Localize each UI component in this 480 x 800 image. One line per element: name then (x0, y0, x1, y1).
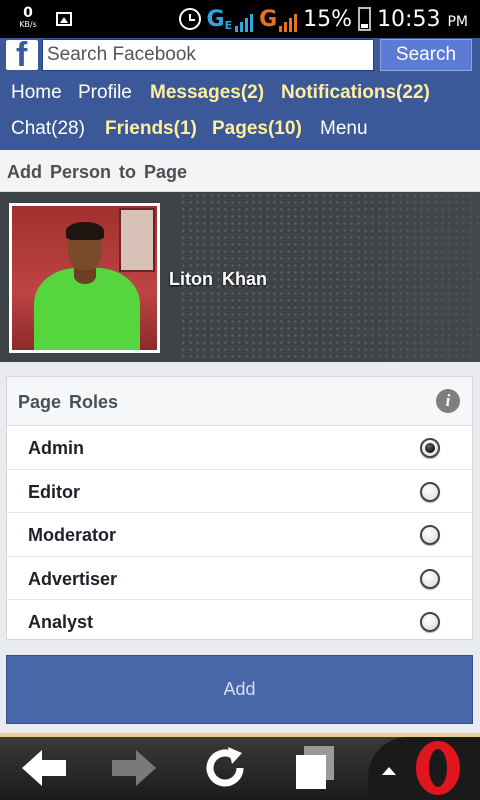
network-type-g-2: G (259, 6, 278, 32)
network-signal-2: G (259, 6, 298, 32)
nav-friends[interactable]: Friends(1) (105, 118, 197, 140)
alarm-icon (178, 8, 201, 30)
role-label: Analyst (28, 612, 94, 632)
network-type-g: G (206, 6, 225, 32)
signal-bars-icon-2 (279, 12, 298, 32)
back-arrow-icon[interactable] (18, 737, 70, 800)
nav-pages[interactable]: Pages(10) (212, 118, 302, 140)
status-bar-right: GE G 15% 10:53 PM (178, 0, 468, 38)
role-option-analyst[interactable]: Analyst (7, 600, 472, 644)
nav-notifications[interactable]: Notifications(22) (281, 82, 430, 104)
data-speed-indicator: 0 KB/s (14, 6, 42, 30)
facebook-logo-icon[interactable]: f (6, 36, 38, 74)
info-icon[interactable]: i (436, 389, 460, 413)
screen: 0 KB/s GE G 15% 10:53 PM f Search Home P… (0, 0, 480, 800)
role-label: Admin (28, 438, 84, 458)
role-option-advertiser[interactable]: Advertiser (7, 557, 472, 600)
network-type-e: E (224, 18, 233, 32)
clock-ampm: PM (447, 13, 468, 30)
battery-icon (358, 7, 372, 31)
reload-icon[interactable] (198, 737, 252, 800)
role-label: Editor (28, 481, 80, 502)
avatar-wall-poster (119, 208, 155, 272)
radio-button-selected[interactable] (420, 438, 440, 458)
role-option-moderator[interactable]: Moderator (7, 513, 472, 557)
nav-messages[interactable]: Messages(2) (150, 82, 264, 104)
role-label: Moderator (28, 525, 117, 545)
nav-profile[interactable]: Profile (78, 82, 132, 104)
search-input[interactable] (42, 39, 374, 71)
role-option-editor[interactable]: Editor (7, 470, 472, 513)
nav-home[interactable]: Home (11, 82, 62, 104)
facebook-header: f Search Home Profile Messages(2) Notifi… (0, 36, 480, 150)
avatar[interactable] (9, 203, 160, 353)
facebook-logo-letter: f (16, 36, 28, 74)
chevron-up-icon (382, 767, 396, 775)
data-speed-unit: KB/s (19, 20, 37, 29)
page-roles-title: Page Roles (18, 392, 119, 412)
page-roles-header: Page Roles i (7, 377, 472, 426)
person-cover: Liton Khan (0, 192, 480, 362)
nav-chat[interactable]: Chat(28) (11, 118, 85, 140)
search-button[interactable]: Search (380, 39, 472, 71)
radio-button[interactable] (420, 612, 440, 632)
clock: 10:53 PM (377, 7, 468, 32)
cover-shade (330, 192, 480, 362)
signal-bars-icon (235, 12, 254, 32)
status-bar: 0 KB/s GE G 15% 10:53 PM (0, 0, 480, 38)
forward-arrow-icon[interactable] (108, 737, 160, 800)
person-name[interactable]: Liton Khan (169, 269, 267, 290)
avatar-neck (74, 268, 96, 284)
radio-button[interactable] (420, 481, 440, 502)
radio-button[interactable] (420, 525, 440, 545)
avatar-hair (66, 222, 104, 240)
opera-menu-button[interactable] (368, 737, 480, 800)
role-option-admin[interactable]: Admin (7, 426, 472, 470)
nav-menu[interactable]: Menu (320, 118, 368, 140)
page-roles-card: Page Roles i Admin Editor Moderator Adve… (6, 376, 473, 640)
role-label: Advertiser (28, 568, 118, 589)
image-notification-icon (56, 12, 72, 26)
network-signal-1: GE (207, 7, 254, 32)
battery-percent: 15% (303, 6, 353, 32)
clock-time: 10:53 (377, 6, 441, 32)
browser-toolbar (0, 737, 480, 800)
radio-button[interactable] (420, 568, 440, 589)
add-button[interactable]: Add (6, 655, 473, 724)
page-title-bar: Add Person to Page (0, 150, 480, 192)
page-title: Add Person to Page (7, 162, 188, 182)
data-speed-value: 0 (23, 5, 33, 21)
tabs-icon[interactable] (290, 737, 340, 800)
